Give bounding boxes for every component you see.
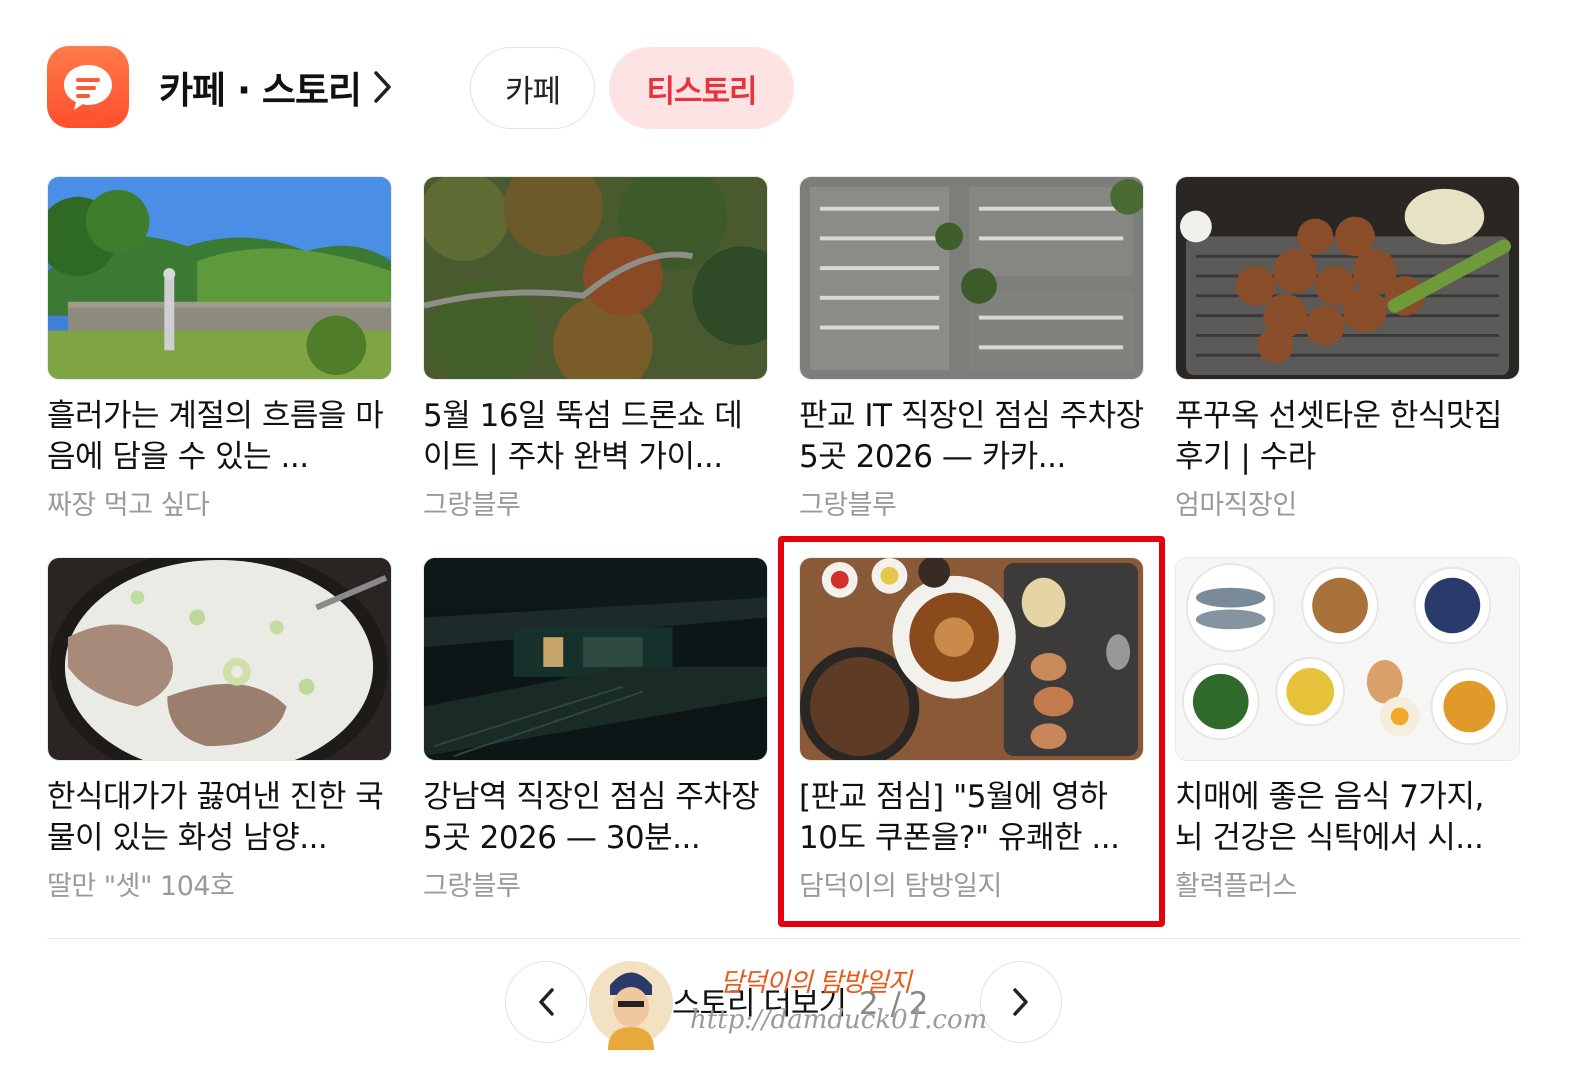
chat-bubble-icon[interactable] <box>47 46 129 128</box>
card-title[interactable]: 푸꾸옥 선셋타운 한식맛집 후기 | 수라 <box>1175 396 1520 478</box>
card-title[interactable]: 치매에 좋은 음식 7가지, 뇌 건강은 식탁에서 시... <box>1175 777 1520 859</box>
card-title[interactable]: [판교 점심] "5월에 영하 10도 쿠폰을?" 유쾌한 ... <box>799 777 1144 859</box>
card-source[interactable]: 딸만 "셋" 104호 <box>47 864 392 903</box>
card-source[interactable]: 담덕이의 탐방일지 <box>799 864 1144 903</box>
story-card[interactable]: 판교 IT 직장인 점심 주차장 5곳 2026 — 카카... 그랑블루 <box>799 176 1144 522</box>
next-page-button[interactable] <box>980 961 1062 1043</box>
thumbnail-image[interactable] <box>799 557 1144 761</box>
section-header: 카페 · 스토리 <box>47 45 393 129</box>
tab-tistory[interactable]: 티스토리 <box>609 47 794 129</box>
card-source[interactable]: 그랑블루 <box>423 864 768 903</box>
thumbnail-image[interactable] <box>423 557 768 761</box>
thumbnail-image[interactable] <box>47 176 392 380</box>
story-card[interactable]: [판교 점심] "5월에 영하 10도 쿠폰을?" 유쾌한 ... 담덕이의 탐… <box>799 557 1144 903</box>
watermark-avatar <box>588 955 674 1050</box>
card-title[interactable]: 판교 IT 직장인 점심 주차장 5곳 2026 — 카카... <box>799 396 1144 478</box>
card-title[interactable]: 흘러가는 계절의 흐름을 마음에 담을 수 있는 ... <box>47 396 392 478</box>
story-card[interactable]: 치매에 좋은 음식 7가지, 뇌 건강은 식탁에서 시... 활력플러스 <box>1175 557 1520 903</box>
chevron-right-icon <box>1013 988 1028 1016</box>
card-source[interactable]: 그랑블루 <box>423 483 768 522</box>
card-title[interactable]: 5월 16일 뚝섬 드론쇼 데이트 | 주차 완벽 가이... <box>423 396 768 478</box>
chevron-left-icon <box>539 988 554 1016</box>
tab-bar: 카페 티스토리 <box>470 47 794 129</box>
story-card[interactable]: 5월 16일 뚝섬 드론쇼 데이트 | 주차 완벽 가이... 그랑블루 <box>423 176 768 522</box>
card-source[interactable]: 그랑블루 <box>799 483 1144 522</box>
card-title[interactable]: 강남역 직장인 점심 주차장 5곳 2026 — 30분... <box>423 777 768 859</box>
card-source[interactable]: 엄마직장인 <box>1175 483 1520 522</box>
thumbnail-image[interactable] <box>1175 176 1520 380</box>
watermark-url: http://damduck01.com <box>690 1005 988 1035</box>
card-source[interactable]: 짜장 먹고 싶다 <box>47 483 392 522</box>
chevron-right-icon <box>373 70 393 104</box>
thumbnail-image[interactable] <box>423 176 768 380</box>
prev-page-button[interactable] <box>505 961 587 1043</box>
section-title-link[interactable]: 카페 · 스토리 <box>159 60 393 114</box>
section-title: 카페 · 스토리 <box>159 69 362 112</box>
tab-cafe[interactable]: 카페 <box>470 47 595 129</box>
divider <box>47 938 1521 939</box>
story-card[interactable]: 강남역 직장인 점심 주차장 5곳 2026 — 30분... 그랑블루 <box>423 557 768 903</box>
card-source[interactable]: 활력플러스 <box>1175 864 1520 903</box>
story-card[interactable]: 한식대가가 끓여낸 진한 국물이 있는 화성 남양... 딸만 "셋" 104호 <box>47 557 392 903</box>
story-card[interactable]: 푸꾸옥 선셋타운 한식맛집 후기 | 수라 엄마직장인 <box>1175 176 1520 522</box>
thumbnail-image[interactable] <box>799 176 1144 380</box>
card-title[interactable]: 한식대가가 끓여낸 진한 국물이 있는 화성 남양... <box>47 777 392 859</box>
story-card[interactable]: 흘러가는 계절의 흐름을 마음에 담을 수 있는 ... 짜장 먹고 싶다 <box>47 176 392 522</box>
thumbnail-image[interactable] <box>1175 557 1520 761</box>
watermark-title: 담덕이의 탐방일지 <box>720 968 912 998</box>
thumbnail-image[interactable] <box>47 557 392 761</box>
